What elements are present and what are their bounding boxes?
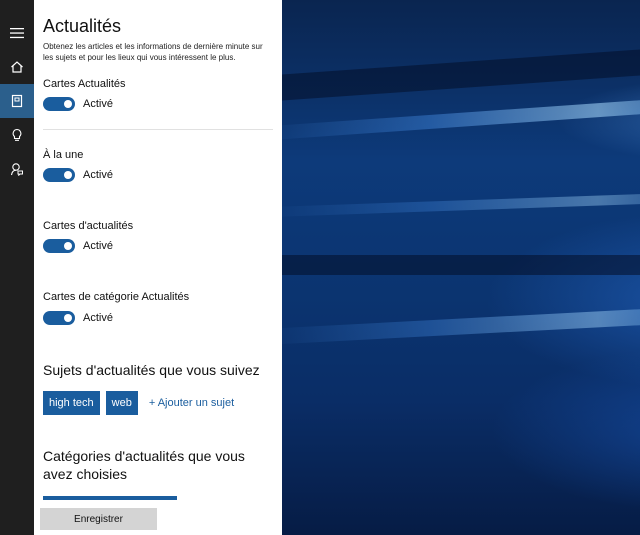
toggle-knob xyxy=(64,314,72,322)
home-button[interactable] xyxy=(0,50,34,84)
headlines-toggle[interactable] xyxy=(43,168,75,182)
wallpaper-shadow xyxy=(282,255,640,275)
wallpaper-light-beam xyxy=(282,306,640,346)
news-settings-panel: Actualités Obtenez les articles et les i… xyxy=(34,0,282,535)
toggle-label-news-cards: Cartes Actualités xyxy=(43,78,126,90)
toggle-state: Activé xyxy=(83,169,113,181)
toggle-state: Activé xyxy=(83,312,113,324)
topics-heading: Sujets d'actualités que vous suivez xyxy=(43,362,260,378)
toggle-row-news-cards: Activé xyxy=(43,97,113,111)
divider xyxy=(43,129,273,130)
lightbulb-icon xyxy=(12,128,22,141)
toggle-label-news-item-cards: Cartes d'actualités xyxy=(43,220,134,232)
page-description: Obtenez les articles et les informations… xyxy=(43,42,263,62)
wallpaper-light-beam xyxy=(282,192,640,218)
toggle-label-category-cards: Cartes de catégorie Actualités xyxy=(43,291,190,303)
toggle-state: Activé xyxy=(83,98,113,110)
hamburger-menu-button[interactable] xyxy=(0,16,34,50)
topic-chip[interactable]: high tech xyxy=(43,391,100,415)
category-cards-toggle[interactable] xyxy=(43,311,75,325)
lightbulb-button[interactable] xyxy=(0,118,34,152)
topics-list: high tech web + Ajouter un sujet xyxy=(43,391,234,415)
toggle-knob xyxy=(64,171,72,179)
toggle-knob xyxy=(64,242,72,250)
page-title: Actualités xyxy=(43,16,122,36)
add-topic-link[interactable]: + Ajouter un sujet xyxy=(149,397,234,409)
toggle-row-category-cards: Activé xyxy=(43,311,113,325)
toggle-knob xyxy=(64,100,72,108)
toggle-state: Activé xyxy=(83,240,113,252)
home-icon xyxy=(11,61,23,73)
categories-heading: Catégories d'actualités que vous avez ch… xyxy=(43,448,245,482)
wallpaper-light-beam xyxy=(282,97,640,141)
toggle-row-headlines: Activé xyxy=(43,168,113,182)
news-cards-toggle[interactable] xyxy=(43,97,75,111)
hamburger-menu-icon xyxy=(10,28,24,39)
notebook-button[interactable] xyxy=(0,84,34,118)
cortana-nav-rail xyxy=(0,0,34,535)
save-button[interactable]: Enregistrer xyxy=(40,508,157,530)
toggle-label-headlines: À la une xyxy=(43,149,84,161)
topic-chip[interactable]: web xyxy=(105,391,138,415)
categories-list-partial xyxy=(43,496,177,500)
notebook-icon xyxy=(11,94,23,108)
feedback-button[interactable] xyxy=(0,152,34,186)
news-item-cards-toggle[interactable] xyxy=(43,239,75,253)
toggle-row-news-item-cards: Activé xyxy=(43,239,113,253)
feedback-icon xyxy=(10,163,23,176)
wallpaper-shadow xyxy=(282,49,640,101)
desktop-wallpaper xyxy=(282,0,640,535)
